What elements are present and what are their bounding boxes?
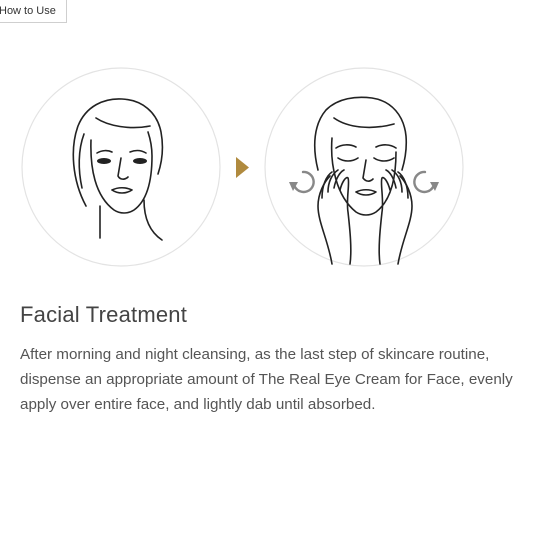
step-title: Facial Treatment xyxy=(20,302,188,327)
step-description: After morning and night cleansing, as th… xyxy=(20,346,513,413)
face-illustration-icon xyxy=(21,67,221,267)
arrow-right-icon xyxy=(236,157,249,178)
face-massage-illustration-icon xyxy=(264,67,464,267)
step-illustration xyxy=(21,67,464,267)
